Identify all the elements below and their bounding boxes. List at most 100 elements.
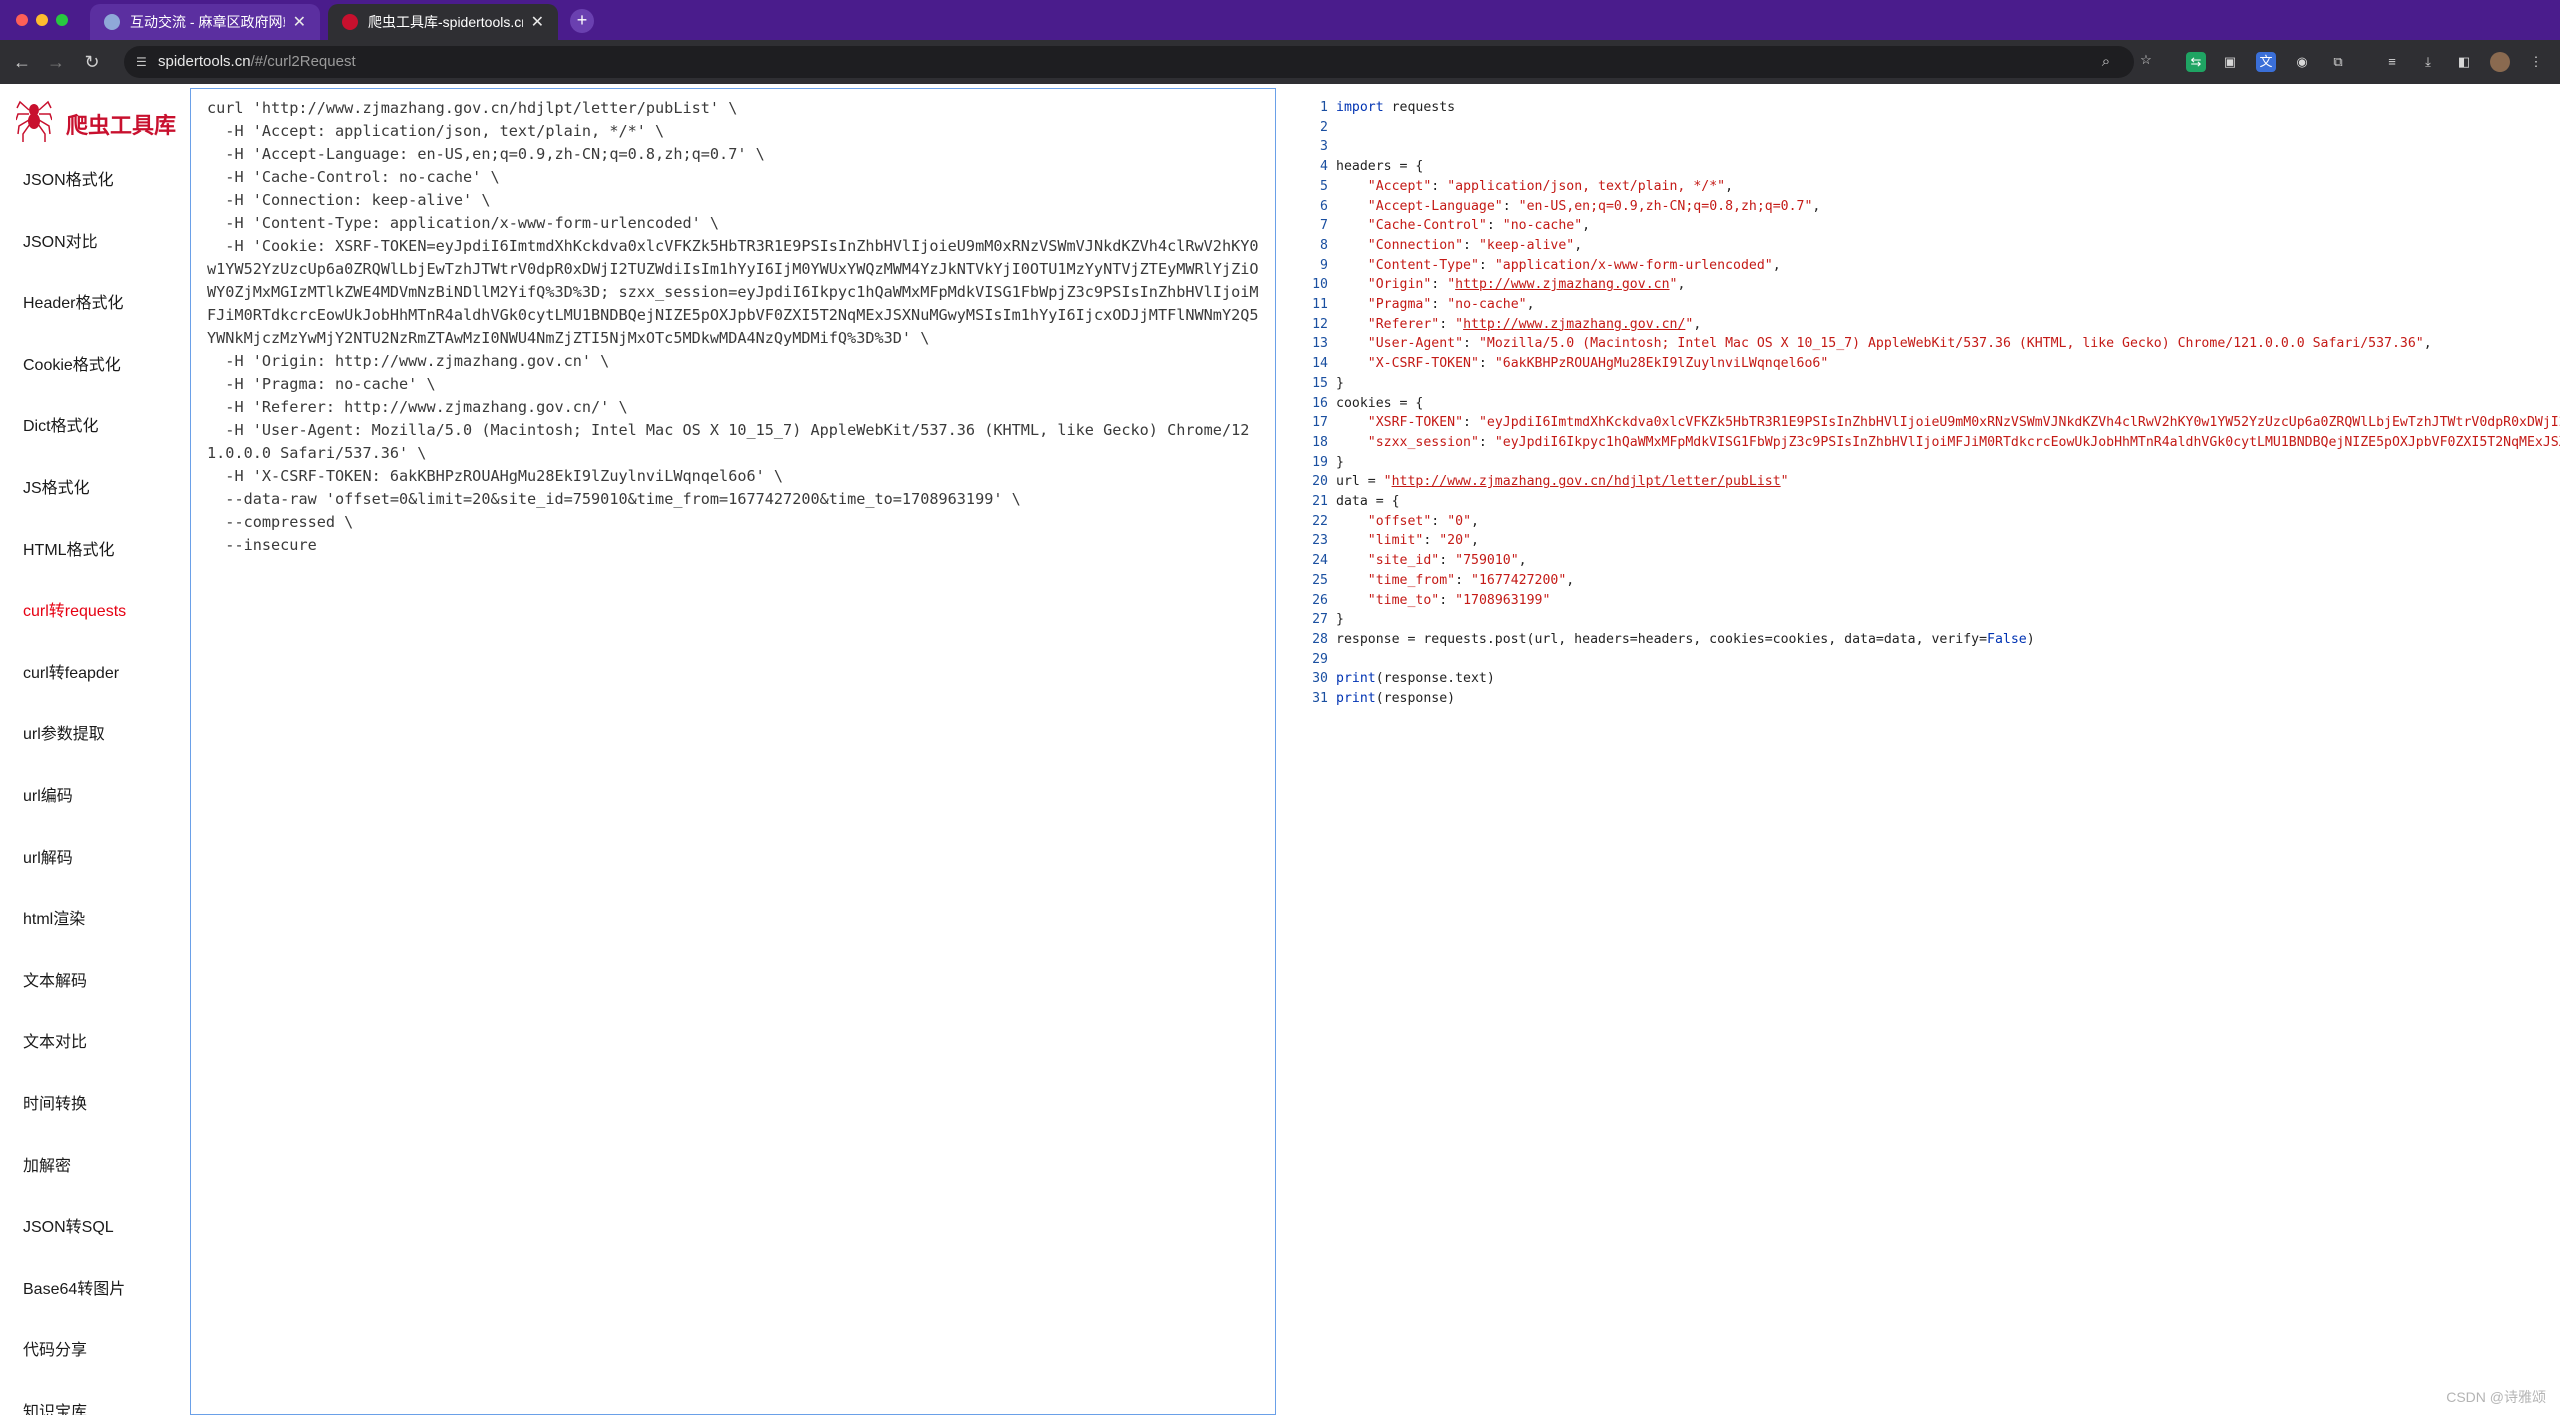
sidebar-item-crypto[interactable]: 加解密: [0, 1136, 186, 1198]
code-token: print: [1336, 691, 1376, 707]
code-token: ,: [1582, 218, 1591, 234]
address-bar[interactable]: ☰ spidertools.cn/#/curl2Request ⌕: [124, 46, 2134, 78]
maximize-window-button[interactable]: [56, 14, 68, 26]
code-token: :: [1439, 316, 1456, 332]
close-tab-icon[interactable]: ✕: [293, 12, 306, 32]
sidebar-item-code-share[interactable]: 代码分享: [0, 1320, 186, 1382]
sidebar-item-cookie-format[interactable]: Cookie格式化: [0, 335, 186, 397]
sidebar-item-curl-to-feapder[interactable]: curl转feapder: [0, 643, 186, 705]
sidebar-item-time-convert[interactable]: 时间转换: [0, 1074, 186, 1136]
sidebar-item-header-format[interactable]: Header格式化: [0, 273, 186, 335]
code-line: 6 "Accept-Language": "en-US,en;q=0.9,zh-…: [1290, 197, 2560, 217]
browser-tab-inactive[interactable]: 互动交流 - 麻章区政府网站 ✕: [90, 4, 320, 40]
download-icon[interactable]: ⤓: [2418, 52, 2438, 72]
back-arrow-icon[interactable]: ←: [10, 50, 34, 74]
code-link[interactable]: http://www.zjmazhang.gov.cn/: [1463, 317, 1685, 332]
code-line: 18 "szxx_session": "eyJpdiI6Ikpyc1hQaWMx…: [1290, 433, 2560, 453]
code-text: }: [1336, 610, 1344, 630]
sidebar-item-text-decode[interactable]: 文本解码: [0, 951, 186, 1013]
sidebar-item-html-format[interactable]: HTML格式化: [0, 520, 186, 582]
code-token: :: [1439, 553, 1456, 569]
code-token: "Accept": [1367, 178, 1432, 194]
code-line: 16 cookies = {: [1290, 394, 2560, 414]
code-line: 13 "User-Agent": "Mozilla/5.0 (Macintosh…: [1290, 334, 2560, 354]
sidebar-item-js-format[interactable]: JS格式化: [0, 458, 186, 520]
code-token: ,: [2423, 336, 2432, 352]
reload-icon[interactable]: ↻: [80, 50, 104, 74]
code-text: "X-CSRF-TOKEN": "6akKBHPzROUAHgMu28EkI9l…: [1336, 354, 1829, 374]
side-panel-icon[interactable]: ◧: [2454, 52, 2474, 72]
extension-monitor-icon[interactable]: ▣: [2220, 52, 2240, 72]
code-token: ": [1383, 474, 1392, 490]
code-text: "time_from": "1677427200",: [1336, 571, 1574, 591]
code-token: requests: [1383, 100, 1456, 115]
code-token: "site_id": [1367, 553, 1440, 569]
code-text: url = "http://www.zjmazhang.gov.cn/hdjlp…: [1336, 472, 1789, 492]
code-token: "no-cache": [1447, 297, 1527, 313]
line-number: 12: [1312, 316, 1328, 332]
code-line: 2: [1290, 118, 2560, 138]
sidebar-item-json-format[interactable]: JSON格式化: [0, 150, 186, 212]
media-controls-icon[interactable]: ≡: [2382, 52, 2402, 72]
sidebar-item-dict-format[interactable]: Dict格式化: [0, 396, 186, 458]
browser-toolbar: ← → ↻ ☰ spidertools.cn/#/curl2Request ⌕ …: [0, 40, 2560, 84]
translate-icon[interactable]: 文: [2256, 52, 2276, 72]
code-token: ,: [1677, 277, 1686, 293]
sidebar-item-curl-to-requests[interactable]: curl转requests: [0, 581, 186, 643]
code-token: :: [1431, 297, 1448, 313]
code-text: "Origin": "http://www.zjmazhang.gov.cn",: [1336, 275, 1686, 295]
new-tab-button[interactable]: +: [570, 9, 594, 33]
code-text: "Content-Type": "application/x-www-form-…: [1336, 256, 1781, 276]
code-line: 30 print(response.text): [1290, 669, 2560, 689]
code-token: "User-Agent": [1367, 336, 1464, 352]
minimize-window-button[interactable]: [36, 14, 48, 26]
line-number: 20: [1312, 474, 1328, 490]
code-line: 3: [1290, 137, 2560, 157]
site-settings-icon[interactable]: ☰: [136, 55, 150, 69]
sidebar-item-url-encode[interactable]: url编码: [0, 766, 186, 828]
spider-logo-icon: [16, 100, 52, 142]
bookmark-star-icon[interactable]: [2106, 52, 2126, 72]
code-link[interactable]: http://www.zjmazhang.gov.cn: [1455, 277, 1669, 292]
profile-avatar[interactable]: [2490, 52, 2510, 72]
code-token: }: [1336, 612, 1344, 628]
forward-arrow-icon[interactable]: →: [44, 50, 68, 74]
code-token: ": [1455, 316, 1464, 332]
close-tab-icon[interactable]: ✕: [531, 12, 544, 32]
code-token: headers = {: [1336, 159, 1424, 175]
sidebar-item-json-compare[interactable]: JSON对比: [0, 212, 186, 274]
code-text: "XSRF-TOKEN": "eyJpdiI6ImtmdXhKckdva0xlc…: [1336, 413, 2560, 433]
sidebar-item-base64-image[interactable]: Base64转图片: [0, 1259, 186, 1321]
code-link[interactable]: http://www.zjmazhang.gov.cn/hdjlpt/lette…: [1392, 474, 1781, 489]
site-logo[interactable]: 爬虫工具库: [16, 96, 186, 152]
browser-tab-active[interactable]: 爬虫工具库-spidertools.cn ✕: [328, 4, 558, 40]
code-token: ,: [1471, 533, 1479, 549]
code-token: :: [1431, 277, 1448, 293]
menu-kebab-icon[interactable]: ⋮: [2526, 52, 2546, 72]
code-line: 7 "Cache-Control": "no-cache",: [1290, 216, 2560, 236]
close-window-button[interactable]: [16, 14, 28, 26]
sidebar-item-html-render[interactable]: html渲染: [0, 889, 186, 951]
line-number: 7: [1320, 218, 1328, 234]
sidebar-item-knowledge[interactable]: 知识宝库: [0, 1382, 186, 1415]
page-content: 爬虫工具库 JSON格式化 JSON对比 Header格式化 Cookie格式化…: [0, 84, 2560, 1415]
sidebar-item-text-compare[interactable]: 文本对比: [0, 1012, 186, 1074]
bookmark-star-icon[interactable]: ☆: [2136, 50, 2156, 70]
line-number: 15: [1312, 375, 1328, 391]
curl-input-textarea[interactable]: curl 'http://www.zjmazhang.gov.cn/hdjlpt…: [190, 88, 1276, 1415]
sidebar-item-url-params[interactable]: url参数提取: [0, 704, 186, 766]
sidebar-item-url-decode[interactable]: url解码: [0, 828, 186, 890]
code-token: "en-US,en;q=0.9,zh-CN;q=0.8,zh;q=0.7": [1518, 198, 1813, 214]
extension-puzzle-icon[interactable]: ⧉: [2328, 52, 2348, 72]
line-number: 29: [1312, 651, 1328, 667]
code-text: "User-Agent": "Mozilla/5.0 (Macintosh; I…: [1336, 334, 2432, 354]
extension-circle-icon[interactable]: ◉: [2292, 52, 2312, 72]
python-output-panel: 1 import requests 2 3 4 headers = {5 "Accept"…: [1290, 88, 2560, 1415]
extension-green-icon[interactable]: ⇆: [2186, 52, 2206, 72]
sidebar-item-json-to-sql[interactable]: JSON转SQL: [0, 1197, 186, 1259]
code-token: "time_to": [1367, 592, 1440, 608]
